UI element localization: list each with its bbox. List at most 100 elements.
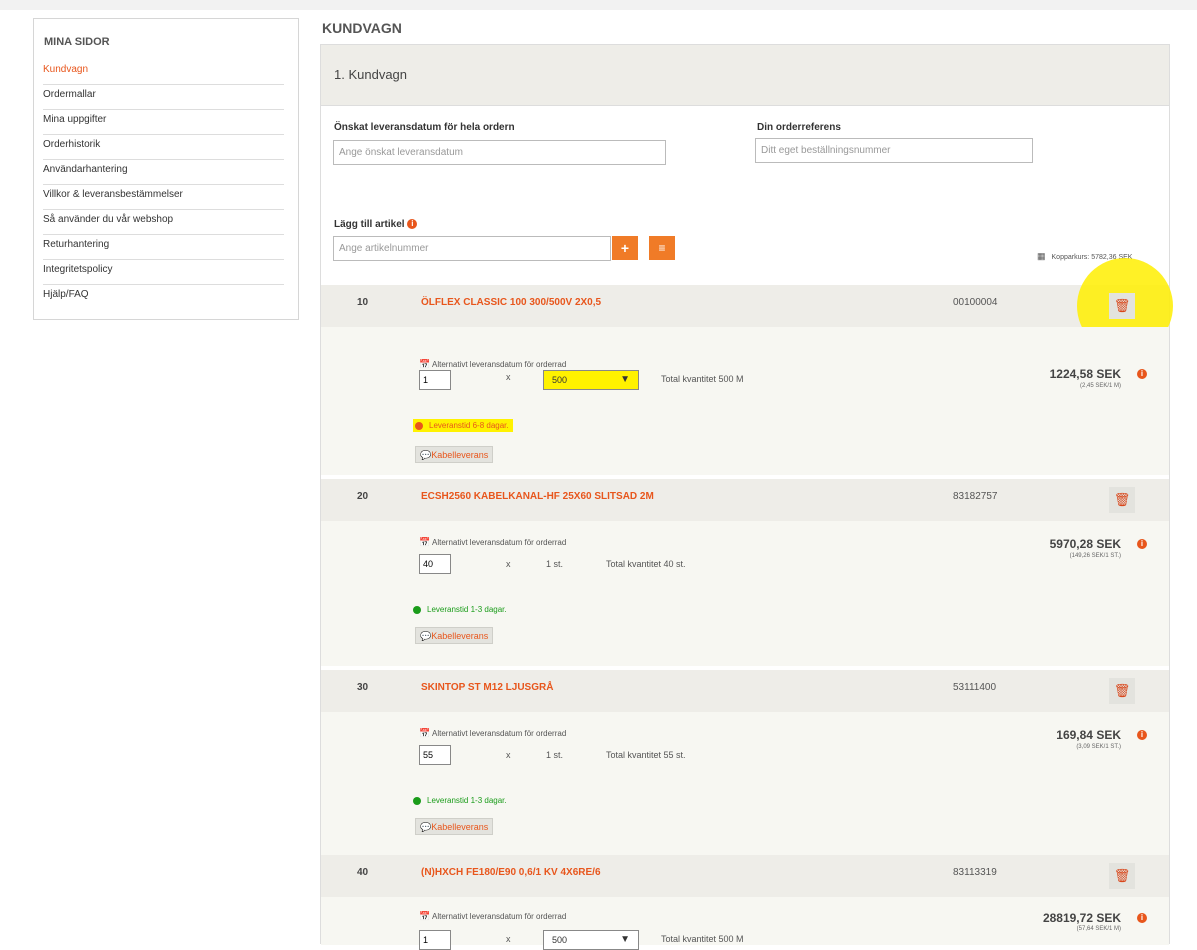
times-sign: x [506,750,511,760]
status-dot-icon [415,421,423,430]
sidebar-item-ordermallar[interactable]: Ordermallar [43,85,284,110]
trash-icon[interactable]: 🗑 [1109,293,1135,319]
lead-time-text: Leveranstid 1-3 dagar. [427,605,507,614]
row-price: 1224,58 SEK [1049,367,1121,381]
info-icon[interactable]: i [1137,369,1147,379]
article-number-input[interactable] [333,236,611,261]
quantity-input[interactable] [419,554,451,574]
sidebar: MINA SIDOR Kundvagn Ordermallar Mina upp… [33,18,299,320]
cart-row-header: 10 ÖLFLEX CLASSIC 100 300/500V 2X0,5 001… [321,285,1169,327]
cart-panel: 1. Kundvagn Önskat leveransdatum för hel… [320,44,1173,950]
info-icon[interactable]: i [1137,539,1147,549]
unit-price: (57,64 SEK/1 M) [1076,926,1121,932]
alt-date-link[interactable]: 📅 Alternativt leveransdatum för orderrad [419,537,566,548]
alt-date-link[interactable]: 📅 Alternativt leveransdatum för orderrad [419,911,566,922]
sidebar-item-orderhistorik[interactable]: Orderhistorik [43,135,284,160]
times-sign: x [506,934,511,944]
cart-row-body: 📅 Alternativt leveransdatum för orderrad… [321,521,1169,666]
length-select[interactable]: 500 ▼ [543,930,639,950]
page-title: KUNDVAGN [322,20,402,36]
article-number: 83113319 [953,867,997,878]
cart-row-header: 40 (N)HXCH FE180/E90 0,6/1 KV 4X6RE/6 83… [321,855,1169,897]
sidebar-item-webshop-guide[interactable]: Så använder du vår webshop [43,210,284,235]
product-name-link[interactable]: (N)HXCH FE180/E90 0,6/1 KV 4X6RE/6 [421,867,601,878]
lead-time: Leveranstid 1-3 dagar. [413,605,507,614]
trash-icon[interactable]: 🗑 [1109,863,1135,889]
lead-time-text: Leveranstid 1-3 dagar. [427,796,507,805]
sidebar-item-anvandarhantering[interactable]: Användarhantering [43,160,284,185]
cart-section-header: 1. Kundvagn [321,45,1169,106]
lead-time-text: Leveranstid 6-8 dagar. [429,421,509,430]
calendar-icon: 📅 [419,359,431,369]
sidebar-item-hjalp-faq[interactable]: Hjälp/FAQ [43,285,284,310]
unit-label: 1 st. [546,559,564,569]
sidebar-title: MINA SIDOR [44,36,110,48]
lead-time: Leveranstid 1-3 dagar. [413,796,507,805]
sidebar-item-mina-uppgifter[interactable]: Mina uppgifter [43,110,284,135]
comment-icon: 💬 [420,450,432,460]
calendar-icon: 📅 [419,728,431,738]
sidebar-item-villkor[interactable]: Villkor & leveransbestämmelser [43,185,284,210]
info-icon[interactable]: i [407,219,418,230]
cable-delivery-button[interactable]: 💬Kabelleverans [415,818,494,835]
article-number: 83182757 [953,491,998,502]
quantity-input[interactable] [419,745,451,765]
row-price: 28819,72 SEK [1042,911,1121,925]
add-article-button[interactable]: + [612,236,638,260]
cable-delivery-label: Kabelleverans [431,822,489,832]
cable-delivery-label: Kabelleverans [431,631,489,641]
delivery-date-input[interactable] [333,140,666,165]
trash-icon[interactable]: 🗑 [1109,678,1135,704]
cable-delivery-button[interactable]: 💬Kabelleverans [415,446,494,463]
status-dot-icon [413,796,421,805]
cable-delivery-button[interactable]: 💬Kabelleverans [415,627,494,644]
row-price: 5970,28 SEK [1049,537,1121,551]
unit-label: 1 st. [546,750,564,760]
total-quantity: Total kvantitet 55 st. [606,750,686,760]
top-strip [0,0,1197,10]
article-list-button[interactable]: ≡ [649,236,675,260]
delivery-date-label: Önskat leveransdatum för hela ordern [334,122,515,133]
add-article-label: Lägg till artikel i [334,219,418,230]
copper-chart-icon: ▦ [1037,251,1046,261]
row-number: 40 [357,867,369,878]
sidebar-item-returhantering[interactable]: Returhantering [43,235,284,260]
product-name-link[interactable]: ECSH2560 KABELKANAL-HF 25X60 SLITSAD 2M [421,491,654,502]
trash-icon[interactable]: 🗑 [1109,487,1135,513]
cart-row-body: 📅 Alternativt leveransdatum för orderrad… [321,712,1169,857]
times-sign: x [506,372,511,382]
alt-date-text: Alternativt leveransdatum för orderrad [432,729,567,738]
info-icon[interactable]: i [1137,913,1147,923]
quantity-input[interactable] [419,930,451,950]
total-quantity: Total kvantitet 500 M [661,374,744,384]
comment-icon: 💬 [420,822,432,832]
order-reference-label: Din orderreferens [757,122,841,133]
product-name-link[interactable]: ÖLFLEX CLASSIC 100 300/500V 2X0,5 [421,297,601,308]
unit-price: (149,26 SEK/1 ST.) [1069,553,1121,559]
order-reference-input[interactable] [755,138,1033,163]
sidebar-item-integritetspolicy[interactable]: Integritetspolicy [43,260,284,285]
sidebar-item-kundvagn[interactable]: Kundvagn [43,60,284,85]
product-name-link[interactable]: SKINTOP ST M12 LJUSGRÅ [421,682,553,693]
alt-date-text: Alternativt leveransdatum för orderrad [432,360,567,369]
article-number: 53111400 [953,682,997,693]
length-select[interactable]: 500 ▼ [543,370,639,390]
dropdown-arrow-icon: ▼ [620,934,630,945]
row-number: 10 [357,297,369,308]
cart-row-header: 20 ECSH2560 KABELKANAL-HF 25X60 SLITSAD … [321,479,1169,521]
quantity-input[interactable] [419,370,451,390]
total-quantity: Total kvantitet 500 M [661,934,744,944]
row-price: 169,84 SEK [1056,728,1121,742]
row-number: 30 [357,682,369,693]
info-icon[interactable]: i [1137,730,1147,740]
calendar-icon: 📅 [419,537,431,547]
status-dot-icon [413,605,421,614]
total-quantity: Total kvantitet 40 st. [606,559,686,569]
alt-date-text: Alternativt leveransdatum för orderrad [432,912,567,921]
row-number: 20 [357,491,369,502]
alt-date-text: Alternativt leveransdatum för orderrad [432,538,567,547]
alt-date-link[interactable]: 📅 Alternativt leveransdatum för orderrad [419,359,566,370]
unit-price: (3,09 SEK/1 ST.) [1076,744,1121,750]
calendar-icon: 📅 [419,911,431,921]
alt-date-link[interactable]: 📅 Alternativt leveransdatum för orderrad [419,728,566,739]
